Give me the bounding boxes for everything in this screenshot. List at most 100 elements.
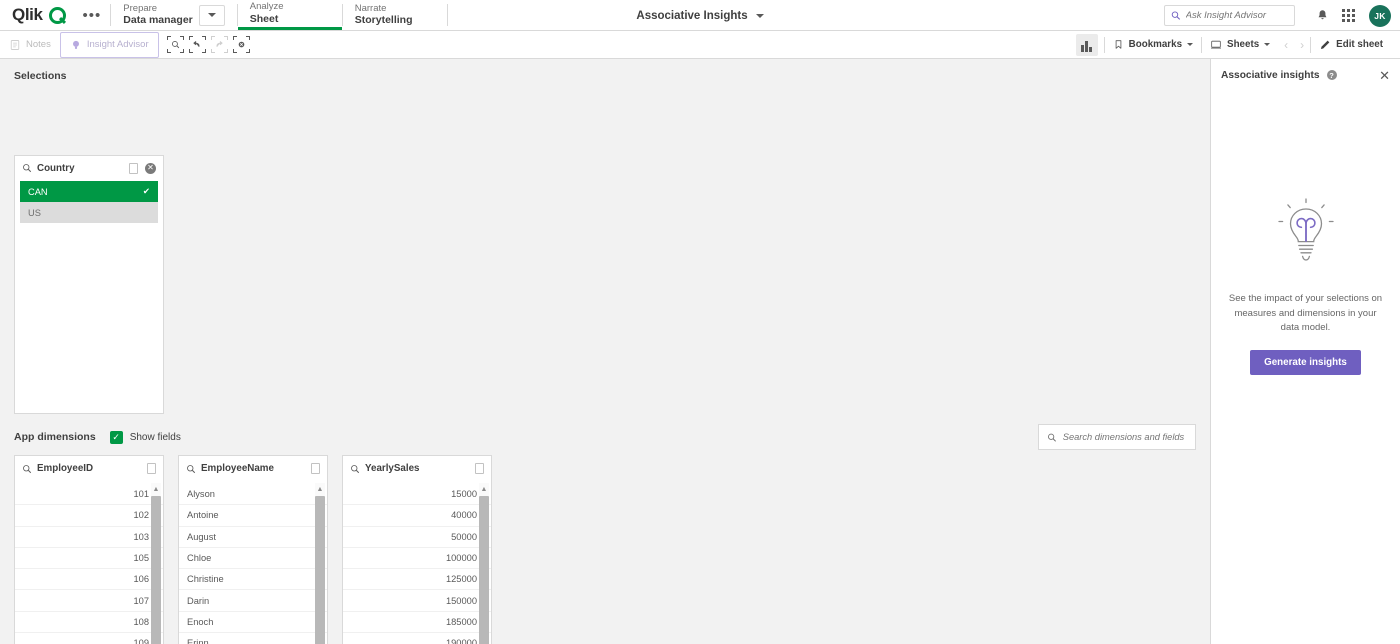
- value-label: 100000: [445, 553, 477, 564]
- country-field-title: Country: [37, 162, 75, 174]
- value-label: 40000: [451, 510, 477, 521]
- nav-narrate-top: Narrate: [354, 2, 387, 14]
- list-item[interactable]: 103: [15, 525, 163, 547]
- list-item[interactable]: 108: [15, 610, 163, 632]
- list-item[interactable]: 50000: [343, 525, 491, 547]
- qlik-logo[interactable]: Qlik: [0, 0, 74, 30]
- bookmarks-chevron-down-icon[interactable]: [1187, 43, 1194, 46]
- listbox-icon[interactable]: [129, 162, 138, 174]
- listbox-icon[interactable]: [311, 463, 320, 474]
- list-item[interactable]: US: [20, 202, 158, 223]
- clear-all-selections-icon[interactable]: [232, 35, 251, 54]
- scroll-track[interactable]: [479, 496, 489, 644]
- list-item[interactable]: CAN ✔: [20, 181, 158, 202]
- list-item[interactable]: 40000: [343, 504, 491, 525]
- nav-section-prepare[interactable]: Prepare Data manager: [111, 0, 236, 30]
- associative-insights-panel: Associative insights ? ✕ See the impact …: [1210, 59, 1400, 644]
- nav-prepare-chevron-down-icon[interactable]: [198, 4, 225, 26]
- value-label: Antoine: [187, 510, 219, 521]
- yearlysales-header: YearlySales: [343, 456, 491, 481]
- toolbar-right-group: Bookmarks Sheets ‹ › Edit sheet: [1075, 32, 1400, 58]
- list-item[interactable]: Erinn: [179, 632, 327, 644]
- list-item[interactable]: 101: [15, 483, 163, 504]
- value-label: Darin: [187, 595, 210, 606]
- selections-tool-icon[interactable]: [166, 35, 185, 54]
- list-item[interactable]: 190000: [343, 632, 491, 644]
- list-item[interactable]: 125000: [343, 568, 491, 589]
- search-icon[interactable]: [22, 163, 32, 173]
- listbox-icon[interactable]: [475, 463, 484, 474]
- list-item[interactable]: 106: [15, 568, 163, 589]
- list-item[interactable]: 100000: [343, 546, 491, 568]
- insight-advisor-button[interactable]: Insight Advisor: [59, 31, 159, 58]
- clear-selection-icon[interactable]: ✕: [145, 162, 156, 174]
- list-item[interactable]: August: [179, 525, 327, 547]
- search-icon: [1048, 433, 1057, 442]
- search-icon[interactable]: [350, 464, 360, 474]
- country-value-label: CAN: [28, 186, 48, 197]
- dimensions-search[interactable]: [1038, 424, 1196, 450]
- scroll-track[interactable]: [315, 496, 325, 644]
- list-item[interactable]: 15000: [343, 483, 491, 504]
- scroll-thumb[interactable]: [315, 496, 325, 644]
- ellipsis-icon[interactable]: •••: [74, 0, 111, 30]
- close-icon[interactable]: ✕: [1379, 69, 1390, 82]
- nav-section-analyze[interactable]: Analyze Sheet: [237, 0, 342, 30]
- list-item[interactable]: Christine: [179, 568, 327, 589]
- app-title-button[interactable]: Associative Insights: [636, 10, 764, 22]
- list-item[interactable]: 150000: [343, 589, 491, 610]
- sheets-button[interactable]: Sheets: [1202, 32, 1278, 58]
- scrollbar[interactable]: ▲ ▼: [479, 483, 489, 644]
- scroll-thumb[interactable]: [479, 496, 489, 644]
- show-fields-checkbox[interactable]: ✓: [109, 430, 123, 444]
- lightbulb-illustration: [1225, 196, 1386, 266]
- nav-section-narrate[interactable]: Narrate Storytelling: [343, 0, 447, 30]
- list-item[interactable]: 107: [15, 589, 163, 610]
- list-item[interactable]: 185000: [343, 610, 491, 632]
- scroll-track[interactable]: [151, 496, 161, 644]
- chevron-right-icon[interactable]: ›: [1294, 38, 1310, 52]
- dimensions-search-input[interactable]: [1062, 432, 1187, 442]
- scrollbar[interactable]: ▲ ▼: [151, 483, 161, 644]
- search-input[interactable]: [1185, 10, 1288, 21]
- value-label: Chloe: [187, 553, 212, 564]
- help-icon[interactable]: ?: [1326, 70, 1337, 80]
- list-item[interactable]: Alyson: [179, 483, 327, 504]
- notes-label: Notes: [26, 39, 51, 50]
- notes-button[interactable]: Notes: [0, 32, 60, 58]
- grid-apps-icon[interactable]: [1335, 3, 1361, 29]
- generate-insights-button[interactable]: Generate insights: [1250, 350, 1361, 376]
- scroll-up-icon[interactable]: ▲: [153, 483, 160, 496]
- insight-advisor-search[interactable]: [1164, 5, 1295, 26]
- step-back-icon[interactable]: [188, 35, 207, 54]
- listbox-icon[interactable]: [147, 463, 156, 474]
- search-icon[interactable]: [22, 464, 32, 474]
- nav-prepare-top: Prepare: [123, 2, 158, 14]
- list-item[interactable]: 105: [15, 546, 163, 568]
- nav-narrate-bottom: Storytelling: [354, 14, 413, 27]
- list-item[interactable]: Chloe: [179, 546, 327, 568]
- list-item[interactable]: Antoine: [179, 504, 327, 525]
- app-title-chevron-down-icon[interactable]: [755, 13, 764, 18]
- check-icon: ✔: [142, 186, 150, 196]
- edit-sheet-button[interactable]: Edit sheet: [1311, 32, 1391, 58]
- list-item[interactable]: 102: [15, 504, 163, 525]
- scrollbar[interactable]: ▲ ▼: [315, 483, 325, 644]
- scroll-thumb[interactable]: [151, 496, 161, 644]
- scroll-up-icon[interactable]: ▲: [317, 483, 324, 496]
- chart-view-icon[interactable]: [1075, 33, 1098, 56]
- bookmark-icon: [1115, 40, 1121, 49]
- country-value-list: CAN ✔ US: [15, 181, 163, 223]
- sheet-icon: [1211, 40, 1222, 49]
- bell-icon[interactable]: [1309, 3, 1335, 29]
- list-item[interactable]: Enoch: [179, 610, 327, 632]
- list-item[interactable]: Darin: [179, 589, 327, 610]
- avatar[interactable]: JK: [1369, 4, 1391, 27]
- search-icon[interactable]: [186, 464, 196, 474]
- sheets-chevron-down-icon[interactable]: [1264, 43, 1271, 46]
- bookmarks-button[interactable]: Bookmarks: [1105, 32, 1201, 58]
- scroll-up-icon[interactable]: ▲: [481, 483, 488, 496]
- employeeid-header: EmployeeID: [15, 456, 163, 481]
- list-item[interactable]: 109: [15, 632, 163, 644]
- chevron-left-icon[interactable]: ‹: [1278, 38, 1294, 52]
